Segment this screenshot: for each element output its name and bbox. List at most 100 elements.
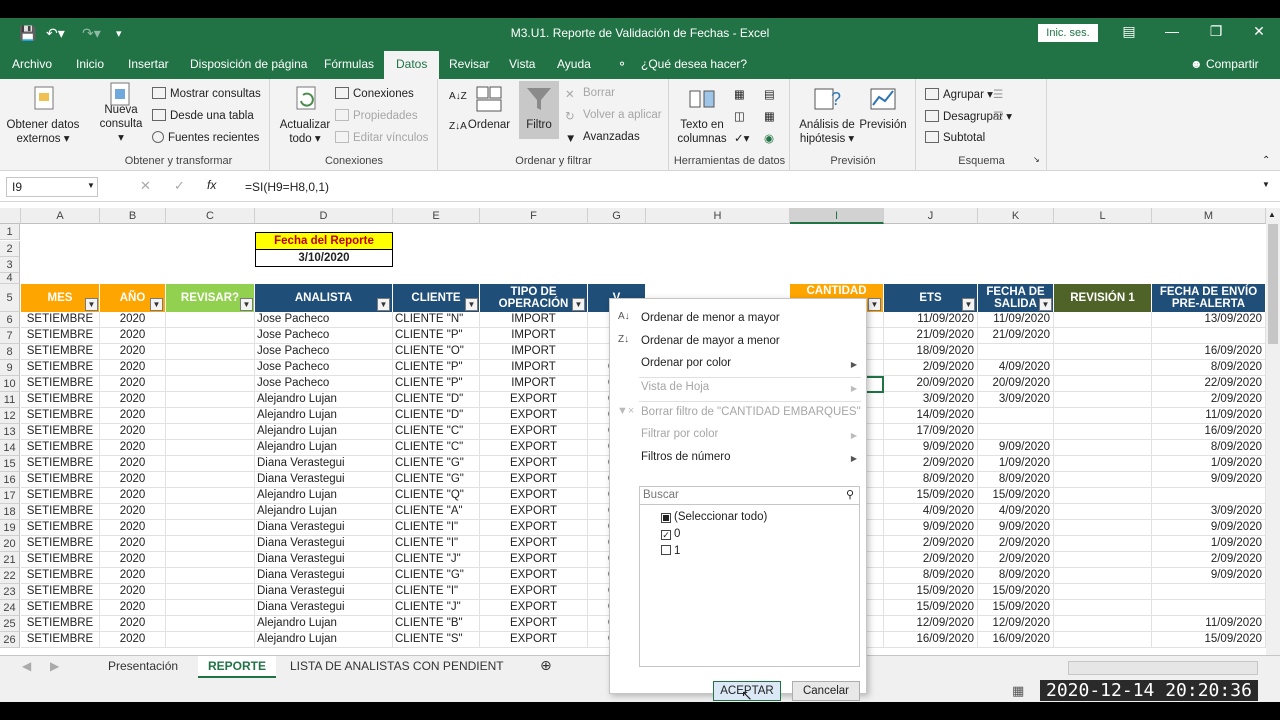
table-cell[interactable] <box>1054 536 1152 552</box>
filter-dropdown-cantidad[interactable]: ▼ <box>868 298 881 311</box>
table-cell-tipo[interactable]: EXPORT <box>480 552 588 568</box>
table-cell-tipo[interactable]: EXPORT <box>480 472 588 488</box>
table-cell-analista[interactable]: Jose Pacheco <box>255 360 393 376</box>
table-cell-anio[interactable]: 2020 <box>100 600 166 616</box>
table-cell-ets[interactable]: 8/09/2020 <box>884 472 978 488</box>
data-validation-icon[interactable]: ✓▾ <box>734 131 749 145</box>
table-cell[interactable] <box>1054 504 1152 520</box>
row-header[interactable]: 18 <box>0 504 20 520</box>
menu-sheet-view[interactable]: Vista de Hoja <box>641 381 709 393</box>
table-cell-tipo[interactable]: EXPORT <box>480 440 588 456</box>
table-cell-cliente[interactable]: CLIENTE "Q" <box>393 488 480 504</box>
table-cell-mes[interactable]: SETIEMBRE <box>21 344 100 360</box>
table-cell-tipo[interactable]: EXPORT <box>480 536 588 552</box>
table-cell-tipo[interactable]: IMPORT <box>480 328 588 344</box>
table-cell-mes[interactable]: SETIEMBRE <box>21 632 100 648</box>
remove-duplicates-icon[interactable]: ◫ <box>734 109 745 123</box>
filter-button[interactable]: Filtro <box>519 81 559 139</box>
table-cell-envio[interactable]: 3/09/2020 <box>1152 504 1266 520</box>
table-cell-mes[interactable]: SETIEMBRE <box>21 312 100 328</box>
name-box-chevron-icon[interactable]: ▼ <box>87 181 95 190</box>
table-cell-anio[interactable]: 2020 <box>100 488 166 504</box>
table-cell-mes[interactable]: SETIEMBRE <box>21 568 100 584</box>
table-cell[interactable] <box>166 424 255 440</box>
table-cell-cliente[interactable]: CLIENTE "G" <box>393 456 480 472</box>
cancel-entry-icon[interactable]: ✕ <box>140 178 151 194</box>
row-header[interactable]: 26 <box>0 632 20 648</box>
table-cell[interactable] <box>1054 472 1152 488</box>
table-cell-anio[interactable]: 2020 <box>100 424 166 440</box>
table-cell-tipo[interactable]: EXPORT <box>480 504 588 520</box>
consolidate-icon[interactable]: ▤ <box>764 87 775 101</box>
table-cell-ets[interactable]: 2/09/2020 <box>884 456 978 472</box>
filter-dropdown-mes[interactable]: ▼ <box>85 298 98 311</box>
table-cell-salida[interactable]: 8/09/2020 <box>978 472 1054 488</box>
restore-icon[interactable]: ❐ <box>1201 23 1231 40</box>
table-cell-cliente[interactable]: CLIENTE "J" <box>393 600 480 616</box>
table-cell[interactable] <box>166 408 255 424</box>
table-cell-mes[interactable]: SETIEMBRE <box>21 488 100 504</box>
table-cell[interactable] <box>1054 584 1152 600</box>
column-header-f[interactable]: F <box>480 208 588 224</box>
tab-vista[interactable]: Vista <box>509 57 535 71</box>
table-cell-ets[interactable]: 16/09/2020 <box>884 632 978 648</box>
table-cell-envio[interactable]: 13/09/2020 <box>1152 312 1266 328</box>
row-header[interactable]: 17 <box>0 488 20 504</box>
recent-sources-button[interactable]: Fuentes recientes <box>152 131 259 144</box>
row-header[interactable]: 4 <box>0 273 20 284</box>
table-cell-envio[interactable] <box>1152 488 1266 504</box>
table-cell[interactable] <box>1054 632 1152 648</box>
tab-revisar[interactable]: Revisar <box>449 57 490 71</box>
table-cell-mes[interactable]: SETIEMBRE <box>21 376 100 392</box>
table-cell-analista[interactable]: Diana Verastegui <box>255 520 393 536</box>
text-to-columns-button[interactable]: Texto en columnas <box>676 83 728 146</box>
table-cell-salida[interactable]: 16/09/2020 <box>978 632 1054 648</box>
filter-dropdown-anio[interactable]: ▼ <box>150 298 163 311</box>
table-cell-salida[interactable]: 8/09/2020 <box>978 568 1054 584</box>
what-if-button[interactable]: ? Análisis de hipótesis ▾ <box>797 83 857 146</box>
table-cell-anio[interactable]: 2020 <box>100 616 166 632</box>
table-cell-salida[interactable]: 20/09/2020 <box>978 376 1054 392</box>
table-cell-mes[interactable]: SETIEMBRE <box>21 552 100 568</box>
column-header-e[interactable]: E <box>393 208 480 224</box>
filter-dropdown-tipo[interactable]: ▼ <box>572 298 585 311</box>
table-cell-salida[interactable]: 3/09/2020 <box>978 392 1054 408</box>
tab-insertar[interactable]: Insertar <box>128 57 169 71</box>
table-cell-anio[interactable]: 2020 <box>100 552 166 568</box>
table-cell-envio[interactable]: 2/09/2020 <box>1152 392 1266 408</box>
table-cell-mes[interactable]: SETIEMBRE <box>21 456 100 472</box>
table-cell-ets[interactable]: 15/09/2020 <box>884 600 978 616</box>
table-cell[interactable] <box>166 536 255 552</box>
tab-archivo[interactable]: Archivo <box>12 57 52 71</box>
table-cell-cliente[interactable]: CLIENTE "O" <box>393 344 480 360</box>
table-cell-anio[interactable]: 2020 <box>100 344 166 360</box>
table-cell-analista[interactable]: Alejandro Lujan <box>255 408 393 424</box>
hide-detail-icon[interactable]: ☰ <box>993 109 1003 123</box>
column-header-a[interactable]: A <box>21 208 100 224</box>
next-sheet-icon[interactable]: ▶ <box>50 659 59 673</box>
table-cell-anio[interactable]: 2020 <box>100 440 166 456</box>
share-button[interactable]: ☻ Compartir <box>1190 57 1259 71</box>
tell-me-search[interactable]: ¿Qué desea hacer? <box>641 57 747 71</box>
ribbon-display-icon[interactable]: ▤ <box>1114 23 1144 40</box>
table-cell-analista[interactable]: Jose Pacheco <box>255 376 393 392</box>
show-queries-button[interactable]: Mostrar consultas <box>152 87 261 100</box>
row-header[interactable]: 6 <box>0 312 20 328</box>
filter-dropdown-ets[interactable]: ▼ <box>962 298 975 311</box>
row-header[interactable]: 5 <box>0 284 20 312</box>
table-cell-anio[interactable]: 2020 <box>100 504 166 520</box>
table-cell[interactable] <box>166 584 255 600</box>
table-cell[interactable] <box>1054 360 1152 376</box>
table-cell-analista[interactable]: Alejandro Lujan <box>255 424 393 440</box>
column-header-m[interactable]: M <box>1152 208 1266 224</box>
row-header[interactable]: 3 <box>0 257 20 273</box>
reapply-button[interactable]: ↻ Volver a aplicar <box>565 109 662 123</box>
row-header[interactable]: 21 <box>0 552 20 568</box>
table-cell[interactable] <box>166 504 255 520</box>
table-cell-tipo[interactable]: EXPORT <box>480 520 588 536</box>
table-cell-tipo[interactable]: EXPORT <box>480 392 588 408</box>
table-cell-ets[interactable]: 12/09/2020 <box>884 616 978 632</box>
tab-datos[interactable]: Datos <box>384 51 440 79</box>
table-cell[interactable] <box>166 344 255 360</box>
table-cell-analista[interactable]: Alejandro Lujan <box>255 632 393 648</box>
